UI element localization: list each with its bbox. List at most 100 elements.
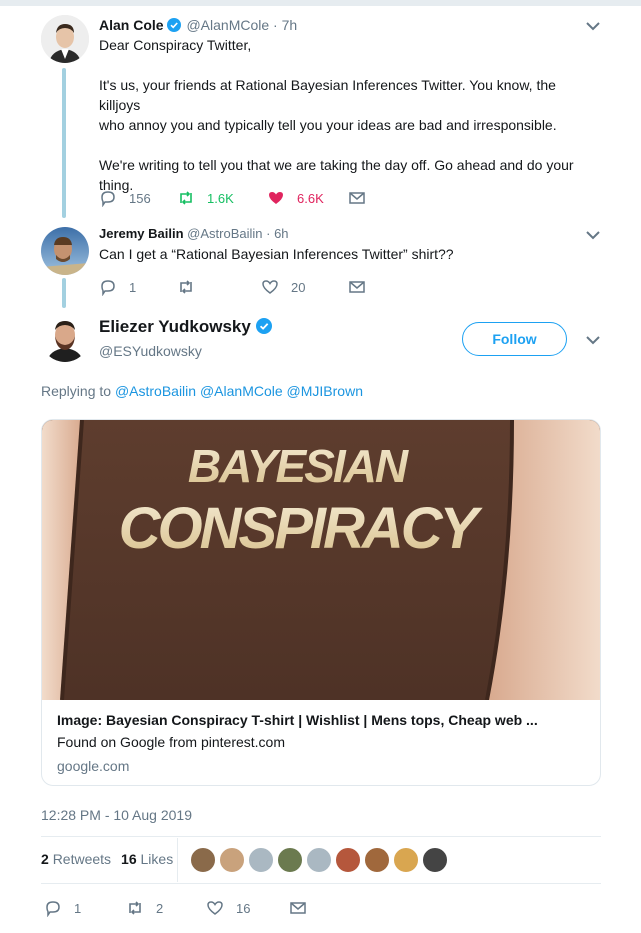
retweets-count: 2 bbox=[41, 851, 49, 867]
avatar-image bbox=[41, 227, 89, 275]
liker-avatar[interactable] bbox=[277, 847, 303, 873]
heart-filled-icon bbox=[269, 192, 283, 204]
avatar-image bbox=[41, 15, 89, 63]
author-handle[interactable]: @ESYudkowsky bbox=[99, 343, 202, 359]
like-button[interactable]: 20 bbox=[261, 278, 348, 296]
like-button[interactable]: 6.6K bbox=[267, 189, 348, 207]
replying-prefix: Replying to bbox=[41, 383, 112, 399]
reply-icon bbox=[46, 901, 60, 917]
author-handle[interactable]: @AstroBailin bbox=[187, 226, 262, 241]
chevron-down-icon[interactable] bbox=[586, 230, 600, 240]
tweet-time[interactable]: · 7h bbox=[273, 17, 297, 33]
author-handle[interactable]: @AlanMCole bbox=[186, 17, 269, 33]
retweet-icon bbox=[129, 901, 141, 915]
divider-vertical bbox=[177, 838, 178, 882]
envelope-icon bbox=[290, 902, 306, 914]
reply-count: 156 bbox=[129, 190, 151, 206]
envelope-icon bbox=[349, 192, 365, 204]
author-name[interactable]: Jeremy Bailin bbox=[99, 226, 184, 241]
liker-avatar[interactable] bbox=[335, 847, 361, 873]
main-tweet-actions: 1 2 16 bbox=[44, 898, 307, 918]
tweet-text-line: We're writing to tell you that we are ta… bbox=[99, 157, 574, 173]
divider bbox=[41, 883, 601, 884]
retweet-button[interactable] bbox=[177, 278, 261, 296]
verified-badge-icon bbox=[255, 318, 272, 334]
likes-label: Likes bbox=[140, 851, 174, 867]
retweet-button[interactable]: 1.6K bbox=[177, 189, 267, 207]
reply-icon bbox=[101, 191, 115, 207]
liker-avatar[interactable] bbox=[219, 847, 245, 873]
reply-button[interactable]: 156 bbox=[99, 189, 177, 207]
tweet-text: Can I get a “Rational Bayesian Inference… bbox=[99, 246, 454, 262]
author-name-text: Eliezer Yudkowsky bbox=[99, 317, 251, 336]
mention-link[interactable]: @AlanMCole bbox=[200, 383, 283, 399]
card-domain: google.com bbox=[57, 758, 130, 774]
avatar-jeremy-bailin[interactable] bbox=[41, 227, 89, 275]
replying-to: Replying to @AstroBailin @AlanMCole @MJI… bbox=[41, 383, 363, 399]
avatar-eliezer-yudkowsky[interactable] bbox=[41, 314, 89, 362]
liker-avatar[interactable] bbox=[190, 847, 216, 873]
tweet-header: Jeremy Bailin @AstroBailin · 6h bbox=[99, 226, 289, 241]
retweets-label: Retweets bbox=[52, 851, 112, 867]
chevron-down-icon[interactable] bbox=[586, 335, 600, 345]
reply-icon bbox=[101, 280, 115, 296]
mention-link[interactable]: @AstroBailin bbox=[115, 383, 196, 399]
likes-count: 16 bbox=[121, 851, 137, 867]
tweet-timestamp[interactable]: 12:28 PM - 10 Aug 2019 bbox=[41, 807, 192, 823]
tweet-text-line: Dear Conspiracy Twitter, bbox=[99, 37, 252, 53]
link-card[interactable]: BAYESIAN CONSPIRACY Image: Bayesian Cons… bbox=[41, 419, 601, 786]
reply-button[interactable]: 1 bbox=[99, 278, 177, 296]
author-name[interactable]: Eliezer Yudkowsky bbox=[99, 317, 274, 337]
liker-avatar[interactable] bbox=[364, 847, 390, 873]
chevron-down-icon[interactable] bbox=[586, 21, 600, 31]
liker-avatar[interactable] bbox=[393, 847, 419, 873]
heart-icon bbox=[207, 901, 223, 915]
retweet-count: 2 bbox=[156, 900, 164, 916]
tweet-text-line: who annoy you and typically tell you you… bbox=[99, 117, 557, 133]
card-title[interactable]: Image: Bayesian Conspiracy T-shirt | Wis… bbox=[57, 712, 587, 728]
tweet-text-line bbox=[99, 55, 589, 75]
mention-link[interactable]: @MJIBrown bbox=[287, 383, 363, 399]
liker-avatar[interactable] bbox=[248, 847, 274, 873]
retweet-count: 1.6K bbox=[207, 190, 234, 206]
tshirt-photo: BAYESIAN CONSPIRACY bbox=[42, 420, 600, 700]
card-image[interactable]: BAYESIAN CONSPIRACY bbox=[42, 420, 600, 700]
likes-stat[interactable]: 16 Likes bbox=[121, 851, 173, 867]
verified-badge-icon bbox=[166, 18, 181, 32]
divider bbox=[41, 836, 601, 837]
envelope-icon bbox=[349, 281, 365, 293]
image-text-line1: BAYESIAN bbox=[188, 440, 409, 492]
tweet-header: Alan Cole @AlanMCole · 7h bbox=[99, 17, 297, 33]
tweet-actions: 156 1.6K 6.6K bbox=[99, 188, 366, 208]
avatar-image bbox=[41, 314, 89, 362]
liker-avatar[interactable] bbox=[306, 847, 332, 873]
reply-button[interactable]: 1 bbox=[44, 899, 126, 917]
top-border bbox=[0, 0, 641, 6]
tweet-actions: 1 20 bbox=[99, 277, 366, 297]
tweet-text-line: It's us, your friends at Rational Bayesi… bbox=[99, 77, 556, 113]
like-count: 20 bbox=[291, 279, 306, 295]
tweet-text-line bbox=[99, 135, 589, 155]
liker-avatar[interactable] bbox=[422, 847, 448, 873]
like-button[interactable]: 16 bbox=[206, 899, 289, 917]
retweet-icon bbox=[180, 280, 192, 294]
retweet-icon bbox=[180, 191, 192, 205]
avatar-alan-cole[interactable] bbox=[41, 15, 89, 63]
tweet-stats: 2 Retweets 16 Likes bbox=[41, 851, 183, 867]
reply-count: 1 bbox=[74, 900, 82, 916]
tweet-text: Dear Conspiracy Twitter, It's us, your f… bbox=[99, 35, 589, 195]
retweet-button[interactable]: 2 bbox=[126, 899, 206, 917]
reply-count: 1 bbox=[129, 279, 137, 295]
message-button[interactable] bbox=[289, 899, 307, 917]
liker-avatars bbox=[190, 847, 451, 873]
thread-line bbox=[62, 68, 66, 218]
tweet-time[interactable]: · 6h bbox=[266, 226, 288, 241]
card-description: Found on Google from pinterest.com bbox=[57, 734, 286, 750]
message-button[interactable] bbox=[348, 189, 366, 207]
author-name[interactable]: Alan Cole bbox=[99, 17, 164, 33]
follow-button[interactable]: Follow bbox=[462, 322, 567, 356]
image-text-line2: CONSPIRACY bbox=[119, 496, 484, 561]
thread-line bbox=[62, 278, 66, 308]
message-button[interactable] bbox=[348, 278, 366, 296]
retweets-stat[interactable]: 2 Retweets bbox=[41, 851, 111, 867]
